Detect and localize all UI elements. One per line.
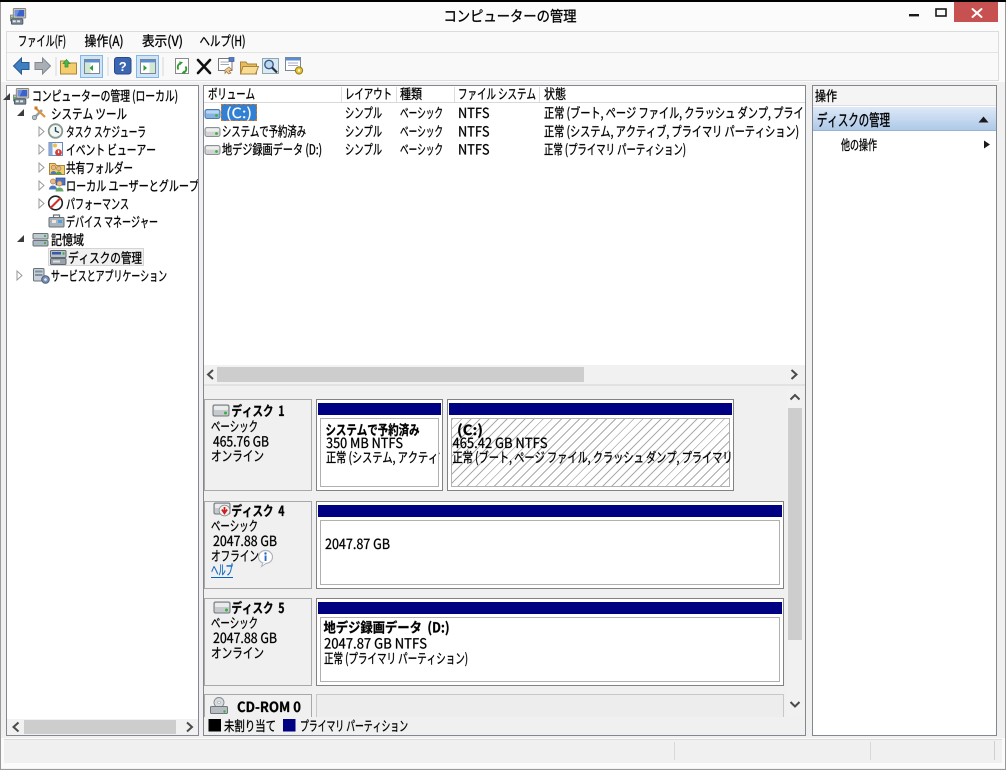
svg-text:?: ? [119,59,127,74]
